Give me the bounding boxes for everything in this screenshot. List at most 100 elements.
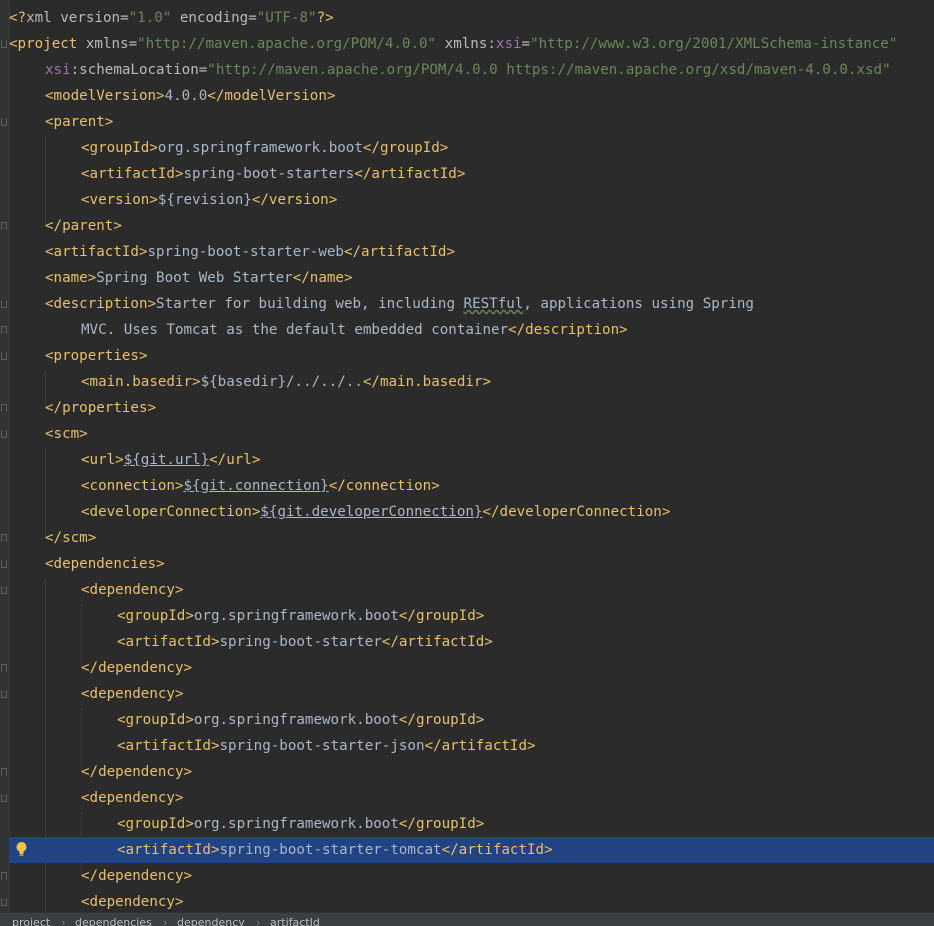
tag-open: <project <box>9 36 86 52</box>
tag-open: <scm> <box>45 426 88 442</box>
code-line[interactable]: </dependency> <box>0 759 934 785</box>
code-line[interactable]: <name>Spring Boot Web Starter</name> <box>0 265 934 291</box>
tag-content: spring-boot-starter-tomcat <box>219 842 442 858</box>
code-line[interactable]: </dependency> <box>0 655 934 681</box>
fold-marker-icon[interactable] <box>1 326 7 334</box>
fold-marker-icon[interactable] <box>1 794 7 802</box>
code-line[interactable]: <url>${git.url}</url> <box>0 447 934 473</box>
tag-open: <groupId> <box>117 712 194 728</box>
tag-content: spring-boot-starter-json <box>219 738 425 754</box>
code-line[interactable]: <dependency> <box>0 889 934 912</box>
selected-code-line[interactable]: <artifactId>spring-boot-starter-tomcat</… <box>9 837 934 863</box>
attribute-name: xmlns <box>436 36 488 52</box>
equals-sign: = <box>198 62 208 78</box>
attribute-name: version <box>60 10 121 26</box>
tag-open: <groupId> <box>81 140 158 156</box>
code-line[interactable]: <dependency> <box>0 577 934 603</box>
xml-declaration-name: xml <box>26 10 61 26</box>
code-line[interactable]: <artifactId>spring-boot-starter-web</art… <box>0 239 934 265</box>
code-line[interactable]: <artifactId>spring-boot-starters</artifa… <box>0 161 934 187</box>
code-line[interactable]: <groupId>org.springframework.boot</group… <box>0 603 934 629</box>
code-line[interactable]: <developerConnection>${git.developerConn… <box>0 499 934 525</box>
fold-marker-icon[interactable] <box>1 40 7 48</box>
code-line[interactable]: <artifactId>spring-boot-starter-json</ar… <box>0 733 934 759</box>
code-line[interactable]: <groupId>org.springframework.boot</group… <box>0 135 934 161</box>
fold-marker-icon[interactable] <box>1 586 7 594</box>
code-line[interactable]: xsi:schemaLocation="http://maven.apache.… <box>0 57 934 83</box>
code-line[interactable]: <modelVersion>4.0.0</modelVersion> <box>0 83 934 109</box>
code-editor[interactable]: <?xml version="1.0" encoding="UTF-8"?> <… <box>0 0 934 912</box>
tag-close: </groupId> <box>362 140 449 156</box>
tag-open: <dependency> <box>81 790 184 806</box>
tag-close: </groupId> <box>398 816 485 832</box>
fold-marker-icon[interactable] <box>1 560 7 568</box>
property-reference[interactable]: ${git.connection} <box>184 478 329 494</box>
tag-open: <groupId> <box>117 608 194 624</box>
tag-content: MVC. Uses Tomcat as the default embedded… <box>81 322 509 338</box>
property-reference[interactable]: ${git.developerConnection} <box>260 504 482 520</box>
tag-open: <url> <box>81 452 124 468</box>
tag-open: <artifactId> <box>45 244 148 260</box>
fold-marker-icon[interactable] <box>1 872 7 880</box>
tag-open: <parent> <box>45 114 114 130</box>
fold-marker-icon[interactable] <box>1 404 7 412</box>
code-line[interactable]: </dependency> <box>0 863 934 889</box>
code-line[interactable]: </scm> <box>0 525 934 551</box>
tag-close: </parent> <box>45 218 122 234</box>
code-line[interactable]: <parent> <box>0 109 934 135</box>
code-line[interactable]: <groupId>org.springframework.boot</group… <box>0 811 934 837</box>
tag-close: </properties> <box>45 400 157 416</box>
code-line[interactable]: <project xmlns="http://maven.apache.org/… <box>0 31 934 57</box>
fold-marker-icon[interactable] <box>1 118 7 126</box>
tag-content: , applications using Spring <box>523 296 754 312</box>
code-line[interactable]: <dependencies> <box>0 551 934 577</box>
tag-close: </dependency> <box>81 660 193 676</box>
tag-open: <main.basedir> <box>81 374 201 390</box>
fold-marker-icon[interactable] <box>1 690 7 698</box>
code-line[interactable]: <connection>${git.connection}</connectio… <box>0 473 934 499</box>
tag-content: Starter for building web, including <box>156 296 464 312</box>
tag-close: </artifactId> <box>424 738 536 754</box>
xml-declaration-close: ?> <box>316 10 334 26</box>
lightbulb-icon[interactable] <box>16 841 27 859</box>
code-line[interactable]: <artifactId>spring-boot-starter</artifac… <box>0 629 934 655</box>
fold-marker-icon[interactable] <box>1 898 7 906</box>
tag-content: ${basedir}/../../.. <box>200 374 363 390</box>
tag-content: spring-boot-starters <box>183 166 355 182</box>
fold-marker-icon[interactable] <box>1 430 7 438</box>
fold-marker-icon[interactable] <box>1 352 7 360</box>
breadcrumb: project › dependencies › dependency › ar… <box>0 912 934 926</box>
spelling-warning-word[interactable]: RESTful <box>464 296 524 312</box>
tag-close: </dependency> <box>81 868 193 884</box>
tag-content: spring-boot-starter <box>219 634 382 650</box>
code-line[interactable]: <properties> <box>0 343 934 369</box>
tag-content: org.springframework.boot <box>193 816 399 832</box>
code-line[interactable]: </properties> <box>0 395 934 421</box>
tag-close: </artifactId> <box>381 634 493 650</box>
equals-sign: = <box>120 10 129 26</box>
tag-close: </main.basedir> <box>362 374 492 390</box>
code-line[interactable]: <dependency> <box>0 785 934 811</box>
property-reference[interactable]: ${git.url} <box>124 452 209 468</box>
code-line[interactable]: MVC. Uses Tomcat as the default embedded… <box>0 317 934 343</box>
tag-open: <artifactId> <box>117 634 220 650</box>
tag-close: </modelVersion> <box>207 88 336 104</box>
code-line[interactable]: <groupId>org.springframework.boot</group… <box>0 707 934 733</box>
code-line[interactable]: <scm> <box>0 421 934 447</box>
code-line[interactable]: </parent> <box>0 213 934 239</box>
tag-open: <groupId> <box>117 816 194 832</box>
fold-marker-icon[interactable] <box>1 534 7 542</box>
fold-marker-icon[interactable] <box>1 768 7 776</box>
code-line[interactable]: <?xml version="1.0" encoding="UTF-8"?> <box>0 5 934 31</box>
fold-marker-icon[interactable] <box>1 664 7 672</box>
attribute-value: "UTF-8" <box>256 10 317 26</box>
attribute-value: "1.0" <box>128 10 172 26</box>
tag-close: </artifactId> <box>441 842 553 858</box>
code-line[interactable]: <description>Starter for building web, i… <box>0 291 934 317</box>
code-line[interactable]: <dependency> <box>0 681 934 707</box>
fold-marker-icon[interactable] <box>1 222 7 230</box>
fold-marker-icon[interactable] <box>1 300 7 308</box>
code-line[interactable]: <version>${revision}</version> <box>0 187 934 213</box>
code-line[interactable]: <main.basedir>${basedir}/../../..</main.… <box>0 369 934 395</box>
